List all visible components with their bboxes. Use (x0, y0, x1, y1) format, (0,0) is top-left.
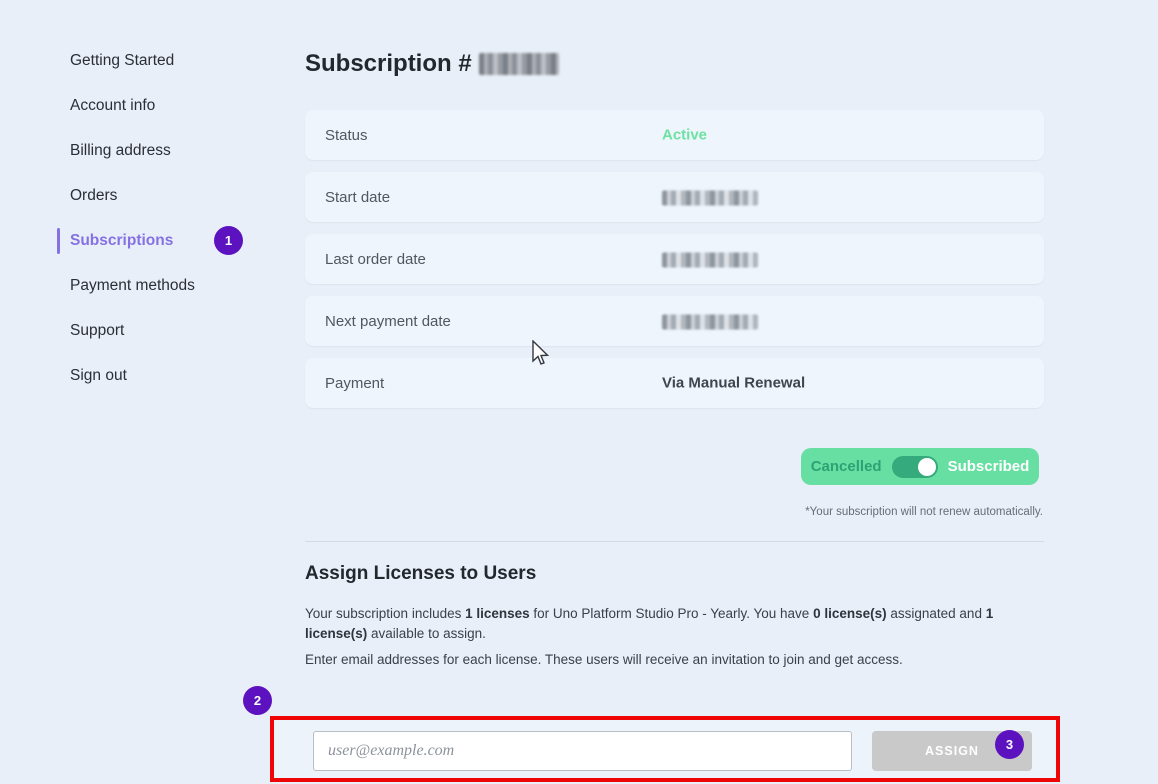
next-payment-date-redacted (662, 314, 758, 329)
assign-instructions-text: Enter email addresses for each license. … (305, 652, 1044, 667)
toggle-subscribed-label: Subscribed (948, 458, 1030, 475)
sidebar-item-label: Subscriptions (70, 232, 173, 249)
assigned-count: 0 license(s) (813, 606, 887, 621)
sidebar-item-orders[interactable]: Orders (70, 186, 270, 206)
sidebar-item-payment-methods[interactable]: Payment methods (70, 276, 270, 296)
page-title: Subscription # (305, 50, 559, 78)
summary-text-part: available to assign. (367, 626, 486, 641)
sidebar-item-account-info[interactable]: Account info (70, 96, 270, 116)
assign-licenses-heading: Assign Licenses to Users (305, 563, 536, 585)
last-order-date-redacted (662, 252, 758, 267)
subscription-detail-rows: Status Active Start date Last order date… (305, 110, 1044, 420)
detail-row-status: Status Active (305, 110, 1044, 160)
summary-text-part: assignated and (887, 606, 986, 621)
toggle-switch[interactable] (892, 456, 938, 478)
detail-row-label: Last order date (325, 251, 426, 268)
sidebar-item-getting-started[interactable]: Getting Started (70, 51, 270, 71)
licenses-count: 1 licenses (465, 606, 530, 621)
page-title-text: Subscription # (305, 50, 472, 78)
renewal-note: *Your subscription will not renew automa… (805, 506, 1043, 518)
sidebar-item-support[interactable]: Support (70, 321, 270, 341)
sidebar-item-billing-address[interactable]: Billing address (70, 141, 270, 161)
detail-row-payment: Payment Via Manual Renewal (305, 358, 1044, 408)
license-email-input[interactable] (313, 731, 852, 771)
license-summary-text: Your subscription includes 1 licenses fo… (305, 604, 1044, 644)
sidebar-item-sign-out[interactable]: Sign out (70, 366, 270, 386)
detail-row-last-order-date: Last order date (305, 234, 1044, 284)
status-badge: Active (662, 127, 707, 144)
detail-row-value (662, 189, 758, 206)
annotation-step-3-badge: 3 (995, 730, 1024, 759)
summary-text-part: for Uno Platform Studio Pro - Yearly. Yo… (530, 606, 813, 621)
detail-row-label: Status (325, 127, 368, 144)
detail-row-value (662, 251, 758, 268)
annotation-step-1-badge: 1 (214, 226, 243, 255)
sidebar: Getting Started Account info Billing add… (70, 51, 270, 411)
toggle-cancelled-label: Cancelled (811, 458, 882, 475)
detail-row-label: Next payment date (325, 313, 451, 330)
subscription-state-toggle[interactable]: Cancelled Subscribed (801, 448, 1039, 485)
annotation-step-2-badge: 2 (243, 686, 272, 715)
detail-row-start-date: Start date (305, 172, 1044, 222)
section-divider (305, 541, 1044, 542)
detail-row-label: Start date (325, 189, 390, 206)
subscription-number-redacted (479, 53, 559, 75)
start-date-redacted (662, 190, 758, 205)
summary-text-part: Your subscription includes (305, 606, 465, 621)
detail-row-next-payment-date: Next payment date (305, 296, 1044, 346)
detail-row-value: Via Manual Renewal (662, 375, 805, 392)
annotation-red-box: ASSIGN (270, 716, 1060, 782)
detail-row-value (662, 313, 758, 330)
sidebar-item-subscriptions[interactable]: Subscriptions 1 (70, 231, 270, 251)
detail-row-label: Payment (325, 375, 384, 392)
toggle-knob (918, 458, 936, 476)
